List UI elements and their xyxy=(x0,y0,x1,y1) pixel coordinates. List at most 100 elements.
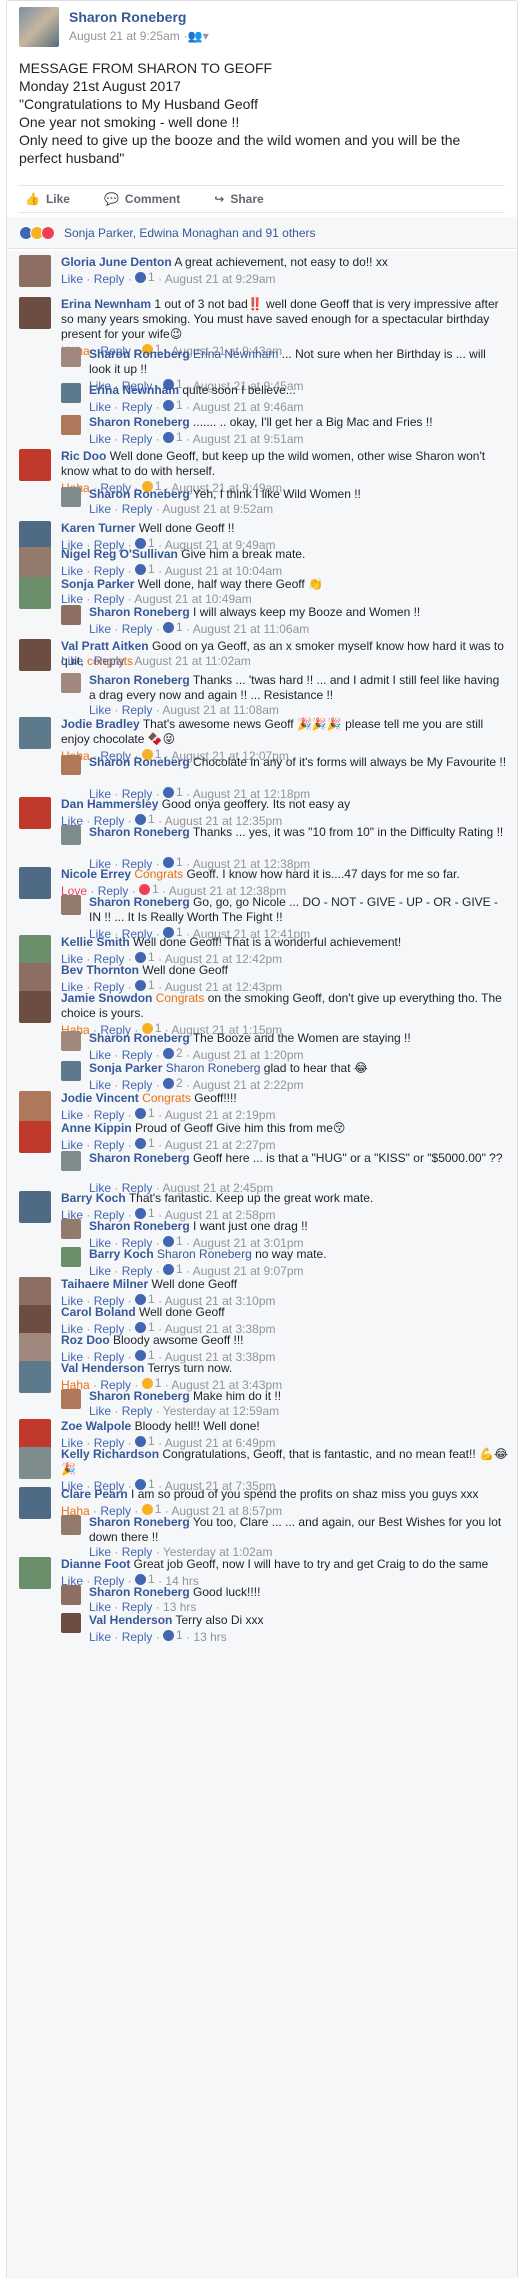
commenter-name[interactable]: Barry Koch xyxy=(89,1247,154,1261)
commenter-avatar[interactable] xyxy=(19,1487,51,1519)
tagged-name[interactable]: Sharon Roneberg xyxy=(166,1061,261,1075)
reaction-count[interactable]: 1 xyxy=(163,1262,183,1277)
reaction-count[interactable]: 1 xyxy=(135,270,155,285)
commenter-name[interactable]: Sharon Roneberg xyxy=(89,1515,190,1529)
author-avatar[interactable] xyxy=(19,7,59,47)
commenter-name[interactable]: Dianne Foot xyxy=(61,1557,130,1571)
post-author[interactable]: Sharon Roneberg xyxy=(69,9,186,25)
comment-timestamp[interactable]: August 21 at 9:29am xyxy=(165,272,276,286)
post-timestamp[interactable]: August 21 at 9:25am xyxy=(69,29,180,43)
reaction-count[interactable]: 1 xyxy=(163,398,183,413)
reaction-count[interactable]: 1 xyxy=(135,1106,155,1121)
commenter-avatar[interactable] xyxy=(61,755,81,775)
commenter-avatar[interactable] xyxy=(19,1191,51,1223)
commenter-name[interactable]: Erina Newnham xyxy=(61,297,151,311)
commenter-name[interactable]: Sharon Roneberg xyxy=(89,605,190,619)
commenter-avatar[interactable] xyxy=(19,577,51,609)
commenter-name[interactable]: Sharon Roneberg xyxy=(89,673,190,687)
commenter-name[interactable]: Anne Kippin xyxy=(61,1121,132,1135)
commenter-avatar[interactable] xyxy=(61,1031,81,1051)
tagged-name[interactable]: Erina Newnham xyxy=(193,347,278,361)
commenter-name[interactable]: Taihaere Milner xyxy=(61,1277,148,1291)
commenter-avatar[interactable] xyxy=(61,605,81,625)
commenter-name[interactable]: Erina Newnham xyxy=(89,383,179,397)
comment-like-button[interactable]: Like xyxy=(61,564,83,578)
commenter-avatar[interactable] xyxy=(61,825,81,845)
comment-timestamp[interactable]: August 21 at 2:22pm xyxy=(193,1078,304,1092)
comment-like-button[interactable]: Like xyxy=(89,502,111,516)
comment-like-button[interactable]: Like xyxy=(89,1404,111,1418)
comment-timestamp[interactable]: August 21 at 10:04am xyxy=(165,564,282,578)
reply-button[interactable]: Reply xyxy=(94,272,125,286)
congrats-highlight[interactable]: Congrats xyxy=(134,867,183,881)
comment-like-button[interactable]: Like xyxy=(61,1108,83,1122)
comment-timestamp[interactable]: Yesterday at 12:59am xyxy=(163,1404,279,1418)
commenter-avatar[interactable] xyxy=(19,1447,51,1479)
comment-like-button[interactable]: Like xyxy=(61,592,83,606)
reply-button[interactable]: Reply xyxy=(122,1630,153,1644)
reaction-count[interactable]: 1 xyxy=(163,620,183,635)
commenter-name[interactable]: Sharon Roneberg xyxy=(89,825,190,839)
comment-like-button[interactable]: Like xyxy=(61,654,83,668)
comment-timestamp[interactable]: August 21 at 11:06am xyxy=(193,622,310,636)
commenter-name[interactable]: Clare Pearn xyxy=(61,1487,128,1501)
commenter-name[interactable]: Sharon Roneberg xyxy=(89,1585,190,1599)
commenter-name[interactable]: Val Henderson xyxy=(61,1361,144,1375)
reply-button[interactable]: Reply xyxy=(94,564,125,578)
commenter-avatar[interactable] xyxy=(19,1557,51,1589)
commenter-avatar[interactable] xyxy=(19,991,51,1023)
commenter-name[interactable]: Nicole Errey xyxy=(61,867,131,881)
commenter-name[interactable]: Sonja Parker xyxy=(89,1061,162,1075)
commenter-avatar[interactable] xyxy=(61,487,81,507)
comment-timestamp[interactable]: August 21 at 9:52am xyxy=(162,502,273,516)
comment-like-button[interactable]: Like xyxy=(89,1630,111,1644)
commenter-name[interactable]: Kellie Smith xyxy=(61,935,130,949)
reply-button[interactable]: Reply xyxy=(122,1600,153,1614)
comment-like-button[interactable]: Like xyxy=(89,1264,111,1278)
reply-button[interactable]: Reply xyxy=(94,654,125,668)
reply-button[interactable]: Reply xyxy=(122,502,153,516)
comment-like-button[interactable]: Like xyxy=(89,432,111,446)
commenter-name[interactable]: Val Pratt Aitken xyxy=(61,639,149,653)
commenter-name[interactable]: Sharon Roneberg xyxy=(89,1151,190,1165)
commenter-avatar[interactable] xyxy=(19,297,51,329)
commenter-avatar[interactable] xyxy=(19,547,51,579)
reply-button[interactable]: Reply xyxy=(122,703,153,717)
commenter-avatar[interactable] xyxy=(61,347,81,367)
commenter-name[interactable]: Karen Turner xyxy=(61,521,135,535)
reply-button[interactable]: Reply xyxy=(94,1108,125,1122)
commenter-avatar[interactable] xyxy=(61,1585,81,1605)
commenter-avatar[interactable] xyxy=(19,1121,51,1153)
reply-button[interactable]: Reply xyxy=(122,1404,153,1418)
comment-timestamp[interactable]: August 21 at 9:51am xyxy=(193,432,304,446)
commenter-name[interactable]: Kelly Richardson xyxy=(61,1447,159,1461)
commenter-avatar[interactable] xyxy=(19,1361,51,1393)
comment-timestamp[interactable]: August 21 at 11:08am xyxy=(162,703,279,717)
reaction-count[interactable]: 1 xyxy=(135,562,155,577)
commenter-avatar[interactable] xyxy=(61,415,81,435)
commenter-name[interactable]: Sonja Parker xyxy=(61,577,134,591)
commenter-avatar[interactable] xyxy=(61,383,81,403)
reaction-count[interactable]: 1 xyxy=(163,430,183,445)
comment-button[interactable]: 💬 Comment xyxy=(104,192,180,206)
congrats-highlight[interactable]: Congrats xyxy=(156,991,205,1005)
comment-timestamp[interactable]: August 21 at 11:02am xyxy=(134,654,251,668)
reaction-count[interactable]: 2 xyxy=(163,1076,183,1091)
comment-timestamp[interactable]: August 21 at 2:27pm xyxy=(165,1138,276,1152)
commenter-name[interactable]: Barry Koch xyxy=(61,1191,126,1205)
commenter-name[interactable]: Sharon Roneberg xyxy=(89,347,190,361)
comment-timestamp[interactable]: August 21 at 1:20pm xyxy=(193,1048,304,1062)
commenter-name[interactable]: Jodie Bradley xyxy=(61,717,140,731)
commenter-name[interactable]: Bev Thornton xyxy=(61,963,139,977)
commenter-avatar[interactable] xyxy=(61,1219,81,1239)
commenter-name[interactable]: Jodie Vincent xyxy=(61,1091,139,1105)
reply-button[interactable]: Reply xyxy=(122,1078,153,1092)
reply-button[interactable]: Reply xyxy=(122,1048,153,1062)
reply-button[interactable]: Reply xyxy=(122,400,153,414)
audience-icon[interactable]: ·👥▾ xyxy=(184,29,209,43)
commenter-avatar[interactable] xyxy=(61,1061,81,1081)
reply-button[interactable]: Reply xyxy=(122,1264,153,1278)
commenter-name[interactable]: Sharon Roneberg xyxy=(89,755,190,769)
comment-timestamp[interactable]: August 21 at 2:19pm xyxy=(165,1108,276,1122)
commenter-avatar[interactable] xyxy=(61,1613,81,1633)
